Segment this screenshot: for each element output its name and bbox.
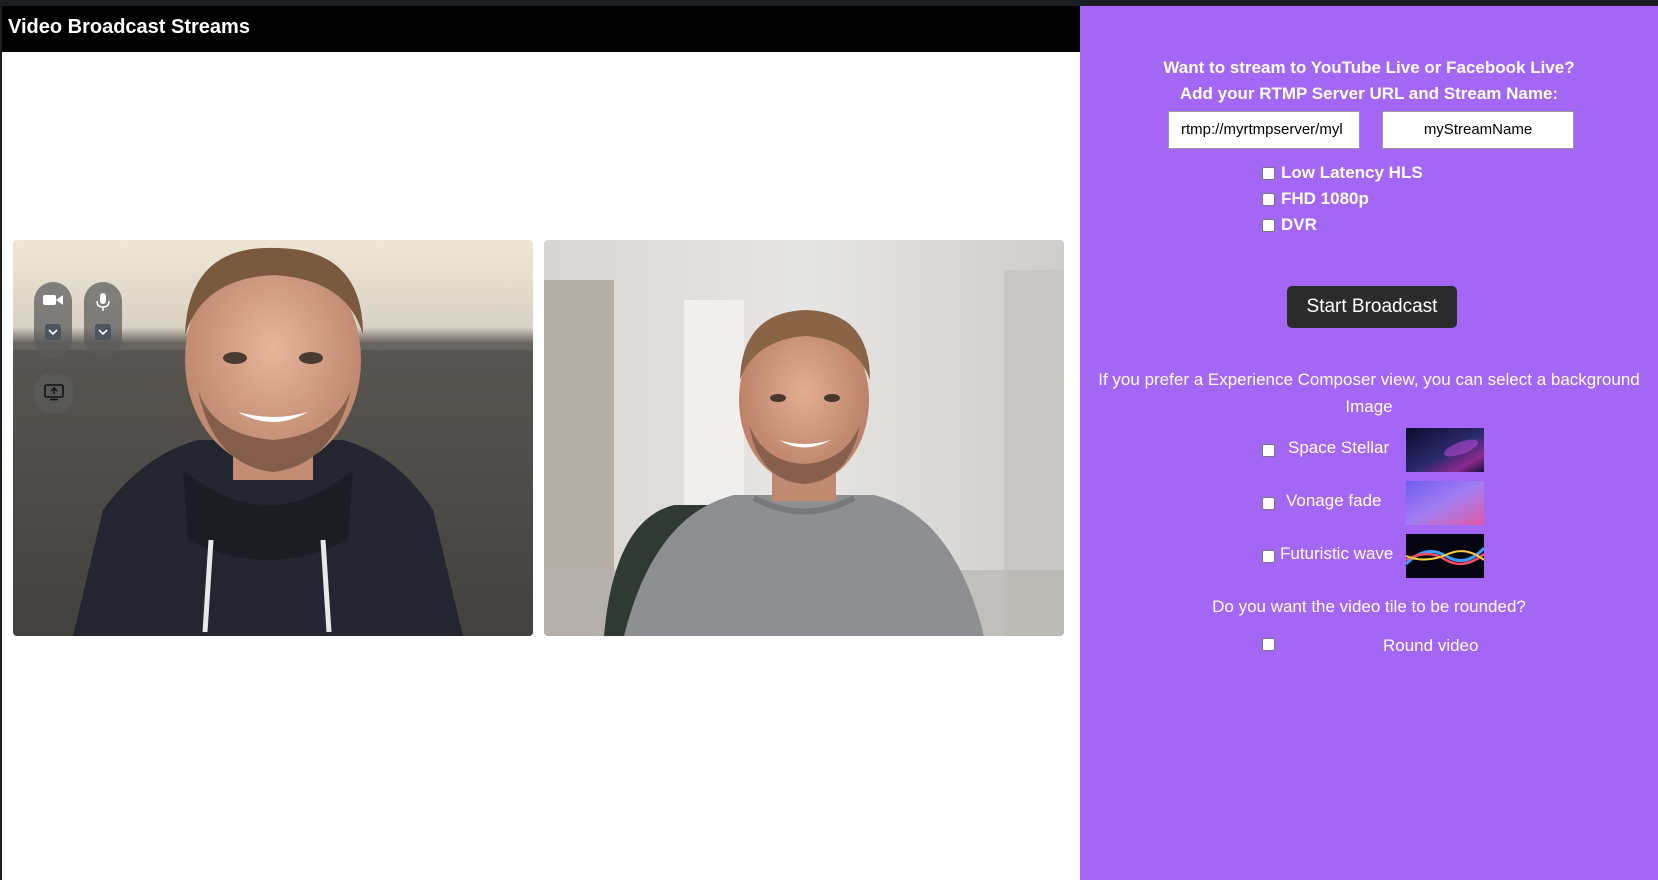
background-option-vonage-fade: Vonage fade xyxy=(1262,481,1492,525)
round-video-option: Round video xyxy=(1262,634,1492,656)
fhd-1080p-label: FHD 1080p xyxy=(1281,189,1369,208)
vonage-fade-checkbox[interactable] xyxy=(1262,497,1275,510)
screen-share-icon xyxy=(44,383,64,401)
microphone-icon xyxy=(96,293,110,311)
space-stellar-thumbnail[interactable] xyxy=(1406,428,1484,472)
vonage-fade-label: Vonage fade xyxy=(1286,491,1382,510)
header-bar: Video Broadcast Streams xyxy=(2,6,1080,52)
chevron-down-icon xyxy=(98,329,108,335)
camera-toggle[interactable] xyxy=(34,282,72,358)
screen-share-button[interactable] xyxy=(34,372,74,414)
round-video-prompt: Do you want the video tile to be rounded… xyxy=(1212,597,1526,616)
futuristic-wave-checkbox[interactable] xyxy=(1262,550,1275,563)
rtmp-url-input[interactable]: rtmp://myrtmpserver/myl xyxy=(1168,111,1360,149)
space-stellar-label: Space Stellar xyxy=(1288,438,1390,457)
low-latency-hls-label: Low Latency HLS xyxy=(1281,163,1423,182)
stream-prompt-line1: Want to stream to YouTube Live or Facebo… xyxy=(1163,58,1575,77)
broadcast-panel: Want to stream to YouTube Live or Facebo… xyxy=(1080,6,1658,880)
dvr-checkbox[interactable] xyxy=(1262,218,1275,232)
microphone-toggle[interactable] xyxy=(84,282,122,358)
stream-prompt: Want to stream to YouTube Live or Facebo… xyxy=(1080,55,1658,107)
low-latency-hls-checkbox[interactable] xyxy=(1262,166,1275,180)
camera-options-dropdown[interactable] xyxy=(45,324,61,340)
video-tile-local xyxy=(13,240,533,636)
option-dvr: DVR xyxy=(1262,214,1317,236)
microphone-options-dropdown[interactable] xyxy=(95,324,111,340)
round-video-label: Round video xyxy=(1383,636,1479,655)
round-video-checkbox[interactable] xyxy=(1262,638,1275,651)
start-broadcast-button[interactable]: Start Broadcast xyxy=(1287,286,1457,328)
option-low-latency-hls: Low Latency HLS xyxy=(1262,162,1423,184)
chevron-down-icon xyxy=(48,329,58,335)
remote-video-feed xyxy=(544,240,1064,636)
composer-prompt: If you prefer a Experience Composer view… xyxy=(1098,370,1640,416)
stream-prompt-line2: Add your RTMP Server URL and Stream Name… xyxy=(1179,84,1559,103)
stream-name-input[interactable]: myStreamName xyxy=(1382,111,1574,149)
video-tile-remote xyxy=(544,240,1064,636)
futuristic-wave-label: Futuristic wave xyxy=(1280,544,1394,563)
futuristic-wave-thumbnail[interactable] xyxy=(1406,534,1484,578)
video-area: Video Broadcast Streams xyxy=(2,6,1080,880)
space-stellar-checkbox[interactable] xyxy=(1262,444,1275,457)
dvr-label: DVR xyxy=(1281,215,1317,234)
vonage-fade-thumbnail[interactable] xyxy=(1406,481,1484,525)
background-option-futuristic-wave: Futuristic wave xyxy=(1262,534,1492,578)
video-camera-icon xyxy=(43,293,63,307)
option-fhd-1080p: FHD 1080p xyxy=(1262,188,1369,210)
background-option-space-stellar: Space Stellar xyxy=(1262,428,1492,472)
fhd-1080p-checkbox[interactable] xyxy=(1262,192,1275,206)
page-title: Video Broadcast Streams xyxy=(8,16,250,38)
